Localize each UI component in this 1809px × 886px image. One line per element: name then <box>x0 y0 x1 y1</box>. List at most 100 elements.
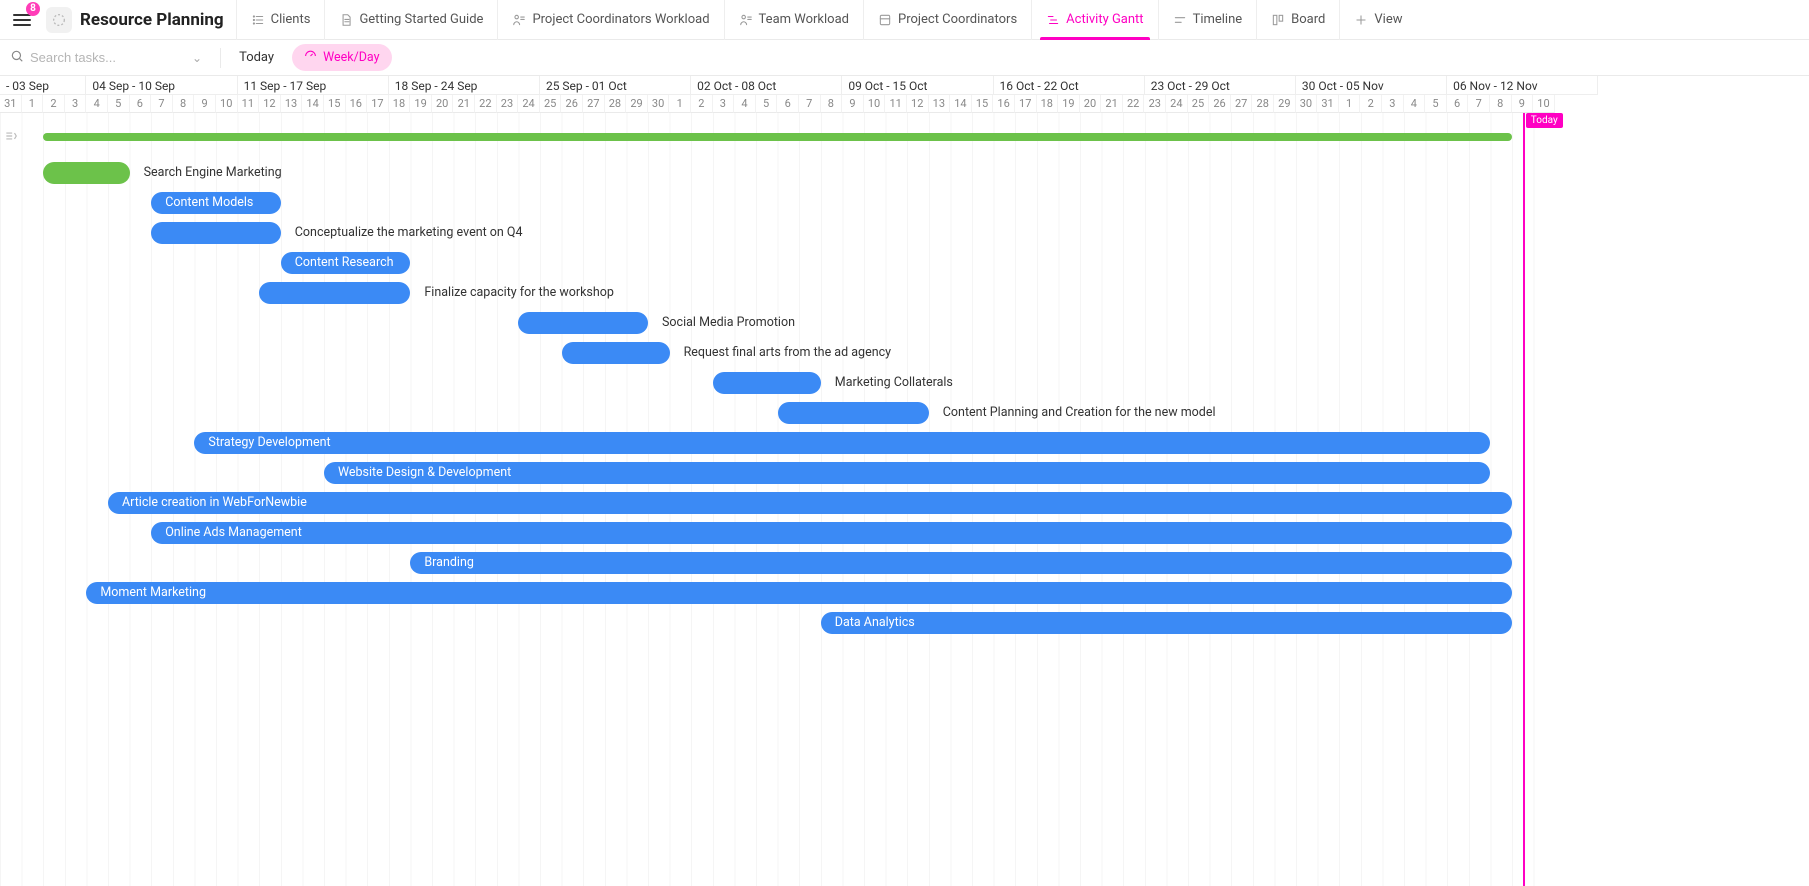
tab-pc[interactable]: Project Coordinators <box>863 0 1031 40</box>
search-dropdown[interactable]: ⌄ <box>186 51 208 65</box>
tab-clients[interactable]: Clients <box>236 0 325 40</box>
tab-addview[interactable]: View <box>1339 0 1416 40</box>
day-cell[interactable]: 29 <box>1274 95 1296 113</box>
day-cell[interactable]: 24 <box>1166 95 1188 113</box>
day-cell[interactable]: 31 <box>1317 95 1339 113</box>
menu-button[interactable]: 8 <box>8 6 36 34</box>
task-bar[interactable]: Strategy Development <box>194 432 1490 454</box>
day-cell[interactable]: 30 <box>1296 95 1318 113</box>
day-cell[interactable]: 4 <box>734 95 756 113</box>
day-cell[interactable]: 31 <box>0 95 22 113</box>
zoom-pill[interactable]: Week/Day <box>292 44 391 71</box>
day-cell[interactable]: 12 <box>907 95 929 113</box>
task-bar[interactable] <box>713 372 821 394</box>
day-cell[interactable]: 18 <box>1037 95 1059 113</box>
task-bar[interactable]: Branding <box>410 552 1512 574</box>
day-cell[interactable]: 8 <box>173 95 195 113</box>
day-cell[interactable]: 29 <box>626 95 648 113</box>
day-cell[interactable]: 28 <box>605 95 627 113</box>
day-cell[interactable]: 7 <box>1468 95 1490 113</box>
day-cell[interactable]: 7 <box>151 95 173 113</box>
day-cell[interactable]: 26 <box>1209 95 1231 113</box>
day-cell[interactable]: 1 <box>669 95 691 113</box>
day-cell[interactable]: 28 <box>1252 95 1274 113</box>
day-cell[interactable]: 11 <box>885 95 907 113</box>
day-cell[interactable]: 10 <box>1533 95 1555 113</box>
day-cell[interactable]: 14 <box>302 95 324 113</box>
day-cell[interactable]: 3 <box>1382 95 1404 113</box>
day-cell[interactable]: 21 <box>1101 95 1123 113</box>
day-cell[interactable]: 16 <box>346 95 368 113</box>
day-cell[interactable]: 13 <box>929 95 951 113</box>
day-cell[interactable]: 19 <box>410 95 432 113</box>
tab-timeline[interactable]: Timeline <box>1158 0 1257 40</box>
day-cell[interactable]: 2 <box>691 95 713 113</box>
day-cell[interactable]: 5 <box>1425 95 1447 113</box>
day-cell[interactable]: 1 <box>22 95 44 113</box>
task-bar[interactable]: Content Models <box>151 192 281 214</box>
day-cell[interactable]: 6 <box>777 95 799 113</box>
tab-gantt[interactable]: Activity Gantt <box>1031 0 1157 40</box>
day-cell[interactable]: 22 <box>1123 95 1145 113</box>
day-cell[interactable]: 9 <box>194 95 216 113</box>
day-cell[interactable]: 10 <box>864 95 886 113</box>
day-cell[interactable]: 5 <box>756 95 778 113</box>
day-cell[interactable]: 21 <box>453 95 475 113</box>
tab-tw[interactable]: Team Workload <box>724 0 863 40</box>
day-cell[interactable]: 24 <box>518 95 540 113</box>
day-cell[interactable]: 19 <box>1058 95 1080 113</box>
day-cell[interactable]: 13 <box>281 95 303 113</box>
day-cell[interactable]: 3 <box>65 95 87 113</box>
day-cell[interactable]: 25 <box>540 95 562 113</box>
task-bar[interactable]: Content Research <box>281 252 411 274</box>
search-input[interactable] <box>30 50 180 65</box>
task-bar[interactable] <box>778 402 929 424</box>
task-bar[interactable]: Moment Marketing <box>86 582 1512 604</box>
task-bar[interactable] <box>151 222 281 244</box>
day-cell[interactable]: 6 <box>130 95 152 113</box>
day-cell[interactable]: 20 <box>432 95 454 113</box>
day-cell[interactable]: 17 <box>1015 95 1037 113</box>
day-cell[interactable]: 2 <box>43 95 65 113</box>
task-bar[interactable] <box>518 312 648 334</box>
day-cell[interactable]: 16 <box>993 95 1015 113</box>
day-cell[interactable]: 7 <box>799 95 821 113</box>
task-bar[interactable]: Website Design & Development <box>324 462 1490 484</box>
day-cell[interactable]: 15 <box>972 95 994 113</box>
day-cell[interactable]: 4 <box>86 95 108 113</box>
day-cell[interactable]: 22 <box>475 95 497 113</box>
tab-pcw[interactable]: Project Coordinators Workload <box>497 0 723 40</box>
gantt-scroll[interactable]: - 03 Sep04 Sep - 10 Sep11 Sep - 17 Sep18… <box>0 76 1809 886</box>
day-cell[interactable]: 9 <box>1512 95 1534 113</box>
day-cell[interactable]: 3 <box>713 95 735 113</box>
task-bar[interactable] <box>43 162 129 184</box>
day-cell[interactable]: 27 <box>1231 95 1253 113</box>
day-cell[interactable]: 2 <box>1360 95 1382 113</box>
day-cell[interactable]: 4 <box>1404 95 1426 113</box>
task-bar[interactable] <box>562 342 670 364</box>
day-cell[interactable]: 17 <box>367 95 389 113</box>
day-cell[interactable]: 23 <box>1144 95 1166 113</box>
space-icon[interactable] <box>46 7 72 33</box>
day-cell[interactable]: 11 <box>238 95 260 113</box>
day-cell[interactable]: 18 <box>389 95 411 113</box>
summary-bar[interactable] <box>43 133 1512 141</box>
day-cell[interactable]: 26 <box>561 95 583 113</box>
day-cell[interactable]: 14 <box>950 95 972 113</box>
day-cell[interactable]: 6 <box>1447 95 1469 113</box>
day-cell[interactable]: 5 <box>108 95 130 113</box>
day-cell[interactable]: 20 <box>1080 95 1102 113</box>
task-bar[interactable] <box>259 282 410 304</box>
day-cell[interactable]: 15 <box>324 95 346 113</box>
day-cell[interactable]: 12 <box>259 95 281 113</box>
day-cell[interactable]: 9 <box>842 95 864 113</box>
day-cell[interactable]: 27 <box>583 95 605 113</box>
day-cell[interactable]: 25 <box>1188 95 1210 113</box>
day-cell[interactable]: 8 <box>1490 95 1512 113</box>
tab-board[interactable]: Board <box>1256 0 1339 40</box>
day-cell[interactable]: 30 <box>648 95 670 113</box>
task-bar[interactable]: Online Ads Management <box>151 522 1512 544</box>
day-cell[interactable]: 23 <box>497 95 519 113</box>
day-cell[interactable]: 10 <box>216 95 238 113</box>
day-cell[interactable]: 8 <box>821 95 843 113</box>
